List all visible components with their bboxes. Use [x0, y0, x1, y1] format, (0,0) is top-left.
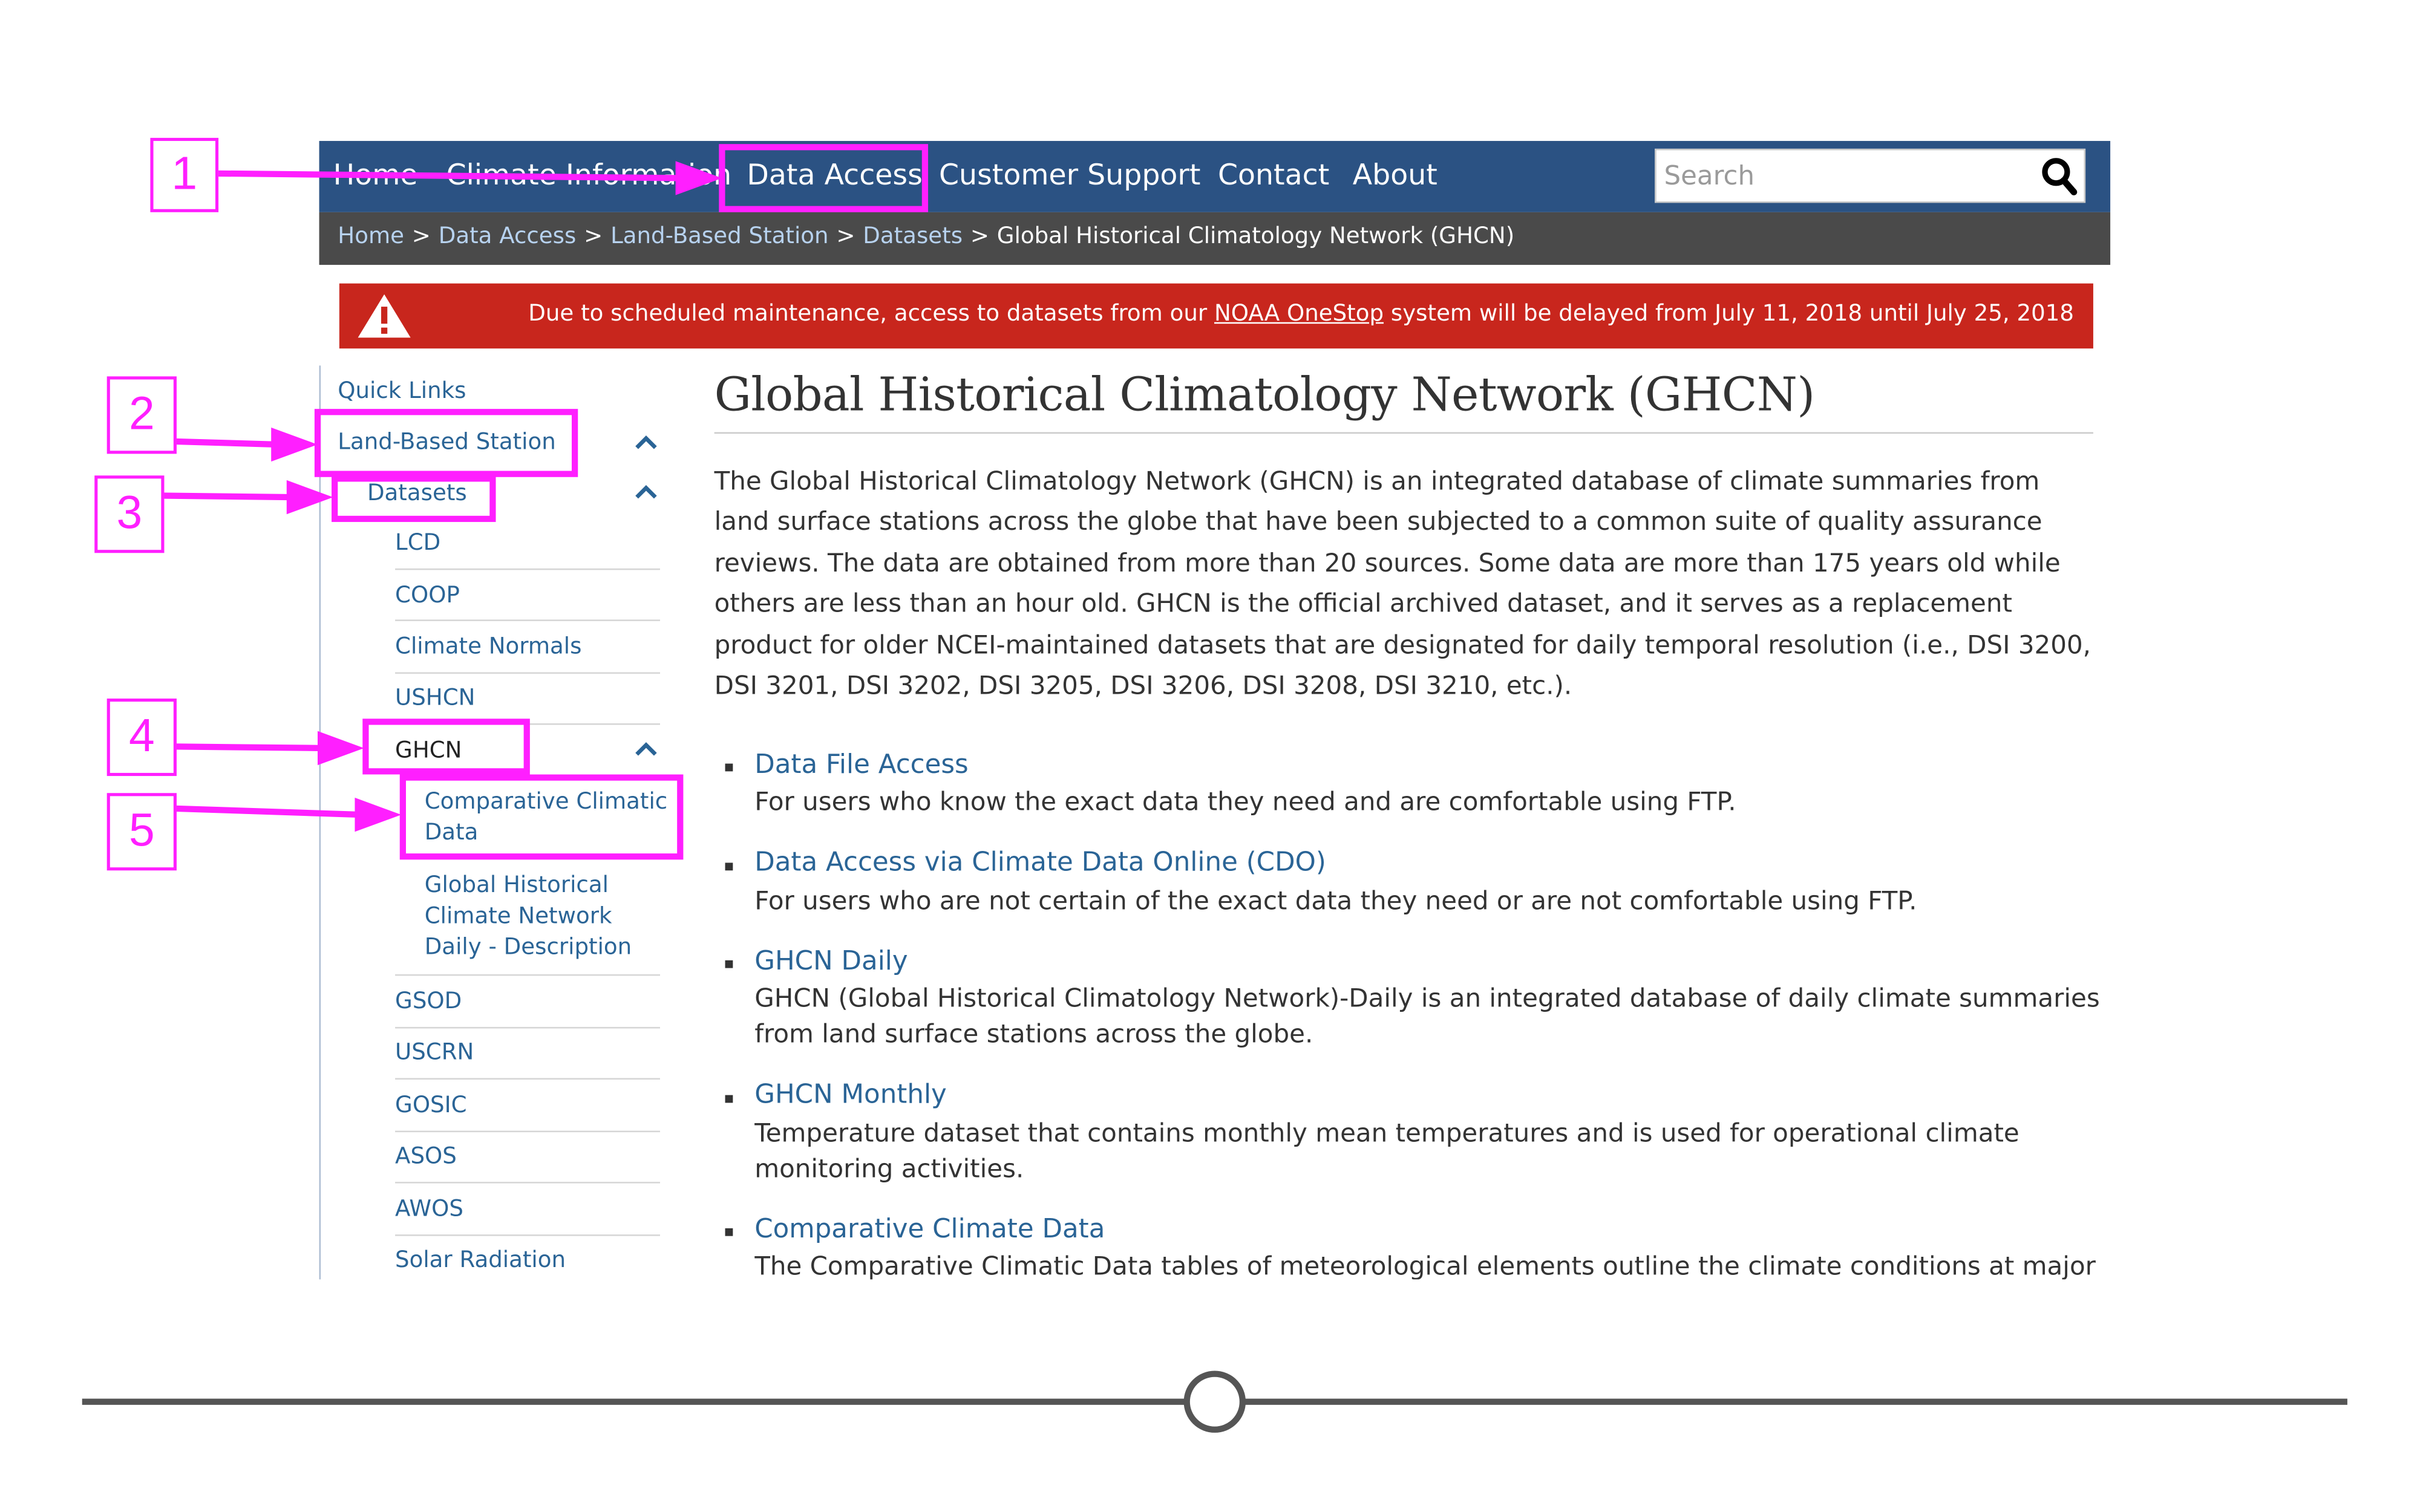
annotation-label-5: 5 [106, 793, 177, 871]
annotation-arrows [161, 161, 722, 832]
annotation-arrowhead-5 [355, 797, 402, 832]
annotation-arrow-2 [173, 438, 280, 448]
annotation-arrowhead-4 [318, 731, 364, 766]
slider-handle[interactable] [1183, 1370, 1246, 1433]
annotation-label-2: 2 [106, 376, 177, 454]
annotation-label-1: 1 [150, 137, 219, 212]
annotation-arrowhead-3 [286, 480, 333, 515]
annotation-arrowhead-2 [271, 427, 318, 462]
screenshot-stage: Home Climate Information Data Access Cus… [0, 0, 2420, 1512]
annotation-arrow-5 [175, 805, 363, 818]
annotation-label-3: 3 [94, 475, 165, 553]
annotation-arrow-4 [175, 743, 325, 752]
annotation-arrow-3 [161, 492, 295, 501]
annotation-arrow-1 [217, 170, 682, 181]
annotation-arrowhead-1 [675, 161, 722, 195]
annotation-label-4: 4 [106, 699, 177, 777]
